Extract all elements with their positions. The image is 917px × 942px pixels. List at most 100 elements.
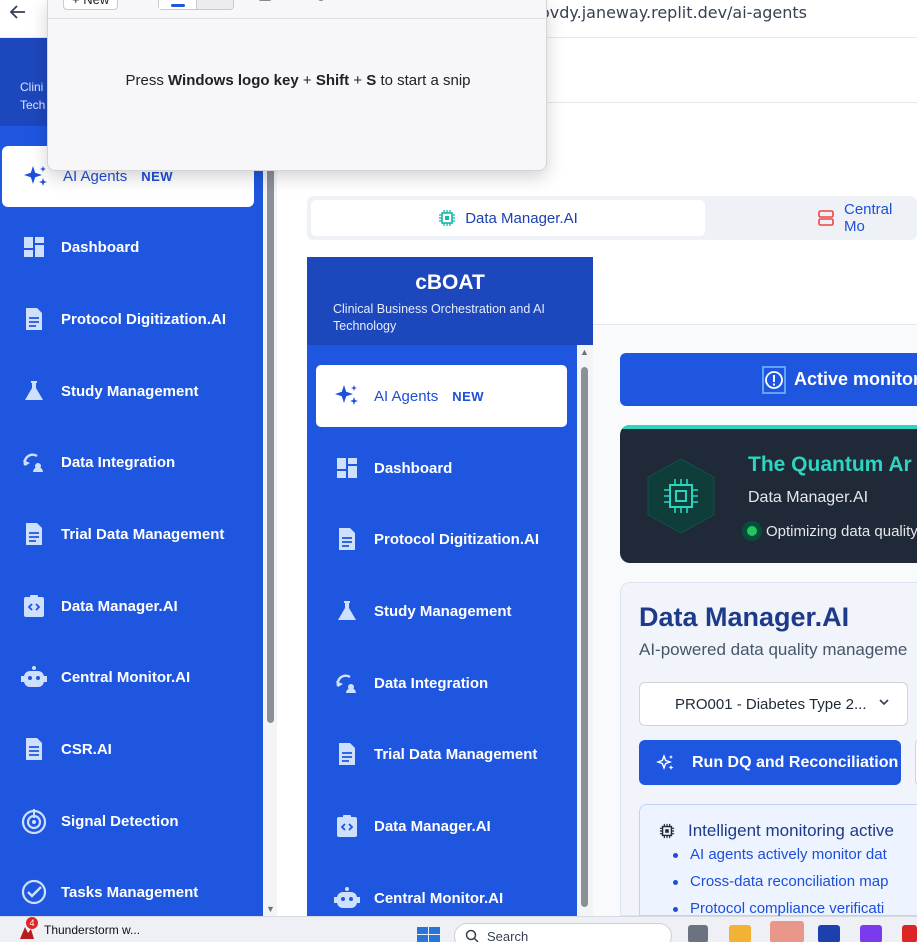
- windows-taskbar: 4 Thunderstorm w... Search: [0, 916, 917, 942]
- status-dot-icon: [742, 521, 762, 541]
- new-badge: NEW: [452, 388, 485, 404]
- card-accent-stripe: [620, 425, 917, 429]
- inner-scrollbar[interactable]: ▲: [577, 345, 593, 916]
- inner-nav-ai-agents[interactable]: AI Agents NEW: [316, 365, 567, 427]
- report-icon: [19, 734, 49, 764]
- snip-delay-icon[interactable]: [258, 0, 274, 4]
- inner-content-header: [593, 257, 917, 325]
- chip-icon: [438, 209, 456, 227]
- search-placeholder: Search: [487, 928, 529, 942]
- tab-data-manager[interactable]: Data Manager.AI: [311, 200, 705, 236]
- outer-nav-data-manager[interactable]: Data Manager.AI: [0, 577, 263, 635]
- quantum-status: Optimizing data quality: [742, 521, 917, 541]
- snip-mode-selector[interactable]: [158, 0, 234, 10]
- robot-icon: [332, 883, 362, 913]
- intel-bullet: Cross-data reconciliation map: [672, 873, 889, 890]
- outer-nav-csr[interactable]: CSR.AI: [0, 720, 263, 778]
- browser-app-icon[interactable]: [770, 921, 804, 942]
- task-view-icon[interactable]: [688, 925, 708, 942]
- data-manager-title: Data Manager.AI: [639, 602, 850, 632]
- back-arrow-icon[interactable]: [8, 2, 28, 22]
- outer-nav-dashboard[interactable]: Dashboard: [0, 218, 263, 276]
- outer-nav-data-integration[interactable]: Data Integration: [0, 433, 263, 491]
- windows-start-icon[interactable]: [417, 927, 441, 942]
- inner-nav-label: Protocol Digitization.AI: [374, 530, 539, 548]
- snip-new-button[interactable]: + New: [63, 0, 119, 10]
- copilot-icon[interactable]: [860, 925, 882, 942]
- file-explorer-icon[interactable]: [729, 925, 751, 942]
- document-icon: [19, 519, 49, 549]
- outer-nav-label: Tasks Management: [61, 883, 199, 901]
- snipping-tool-overlay: + New Press Windows logo key + Shift + S…: [47, 0, 548, 171]
- run-dq-button[interactable]: Run DQ and Reconciliation: [639, 740, 901, 785]
- flask-icon: [332, 596, 362, 626]
- taskbar-search[interactable]: Search: [454, 923, 672, 942]
- dashboard-icon: [332, 453, 362, 483]
- outer-nav-label: Signal Detection: [61, 812, 179, 830]
- chip-icon: [659, 823, 675, 839]
- protocol-select[interactable]: PRO001 - Diabetes Type 2...: [639, 682, 908, 726]
- outer-nav-label: Central Monitor.AI: [61, 668, 191, 686]
- inner-scroll-thumb[interactable]: [581, 367, 588, 907]
- protocol-select-value: PRO001 - Diabetes Type 2...: [675, 695, 867, 713]
- outer-nav-trial-data-management[interactable]: Trial Data Management: [0, 505, 263, 563]
- outer-nav-label: Data Integration: [61, 453, 176, 471]
- inner-nav-label: Data Integration: [374, 674, 489, 692]
- inner-nav-label: Trial Data Management: [374, 745, 538, 763]
- chip-icon: [647, 458, 715, 534]
- document-icon: [332, 524, 362, 554]
- intel-title-text: Intelligent monitoring active: [688, 821, 895, 840]
- taskbar-app-label: Thunderstorm w...: [44, 923, 141, 937]
- run-dq-label: Run DQ and Reconciliation: [692, 753, 899, 771]
- outer-nav-label: Protocol Digitization.AI: [61, 310, 226, 328]
- agent-tabs: Data Manager.AI Central Mo: [307, 196, 917, 240]
- intel-bullet: Protocol compliance verificati: [672, 900, 885, 917]
- scroll-down-icon[interactable]: ▼: [266, 904, 275, 914]
- check-circle-icon: [19, 877, 49, 907]
- quantum-agent-card: The Quantum Ar Data Manager.AI Optimizin…: [620, 425, 917, 563]
- outer-nav-label: Data Manager.AI: [61, 597, 178, 615]
- outer-scroll-thumb[interactable]: [267, 158, 274, 723]
- tab-label: Data Manager.AI: [465, 209, 578, 227]
- active-monitoring-banner[interactable]: Active monitor: [620, 353, 917, 406]
- inner-nav-data-manager[interactable]: Data Manager.AI: [307, 796, 577, 856]
- inner-nav-label: AI Agents: [374, 387, 439, 405]
- inner-brand-title: cBOAT: [415, 271, 485, 294]
- taskbar-weather-app[interactable]: 4 Thunderstorm w...: [14, 917, 141, 941]
- snip-instruction: Press Windows logo key + Shift + S to st…: [125, 72, 471, 89]
- snip-toolbar: + New: [48, 0, 548, 19]
- outer-nav-protocol-digitization[interactable]: Protocol Digitization.AI: [0, 290, 263, 348]
- inner-nav-trial-data-management[interactable]: Trial Data Management: [307, 724, 577, 784]
- outer-nav-label: Trial Data Management: [61, 525, 225, 543]
- inner-nav-label: Central Monitor.AI: [374, 889, 504, 907]
- inner-nav-label: Study Management: [374, 602, 512, 620]
- outer-nav-label: CSR.AI: [61, 740, 112, 758]
- address-bar-url[interactable]: ovdy.janeway.replit.dev/ai-agents: [540, 3, 807, 22]
- inner-nav-dashboard[interactable]: Dashboard: [307, 438, 577, 498]
- code-clipboard-icon: [19, 591, 49, 621]
- inner-nav-study-management[interactable]: Study Management: [307, 581, 577, 641]
- outer-nav-signal-detection[interactable]: Signal Detection: [0, 792, 263, 850]
- scroll-up-icon[interactable]: ▲: [580, 347, 589, 357]
- store-icon[interactable]: [818, 925, 840, 942]
- intelligent-monitoring-title: Intelligent monitoring active: [659, 821, 894, 841]
- document-icon: [19, 304, 49, 334]
- search-icon: [465, 929, 479, 942]
- inner-brand-subtitle: Clinical Business Orchestration and AI T…: [333, 302, 545, 333]
- alert-circle-icon: [762, 365, 786, 394]
- outer-nav-central-monitor[interactable]: Central Monitor.AI: [0, 648, 263, 706]
- inner-nav-data-integration[interactable]: Data Integration: [307, 653, 577, 713]
- outer-nav-label: Dashboard: [61, 238, 140, 256]
- snip-search-icon[interactable]: [314, 0, 330, 4]
- signal-icon: [19, 806, 49, 836]
- sparkles-icon: [656, 753, 676, 773]
- outer-nav-label: Study Management: [61, 382, 199, 400]
- monitor-banner-label: Active monitor: [794, 369, 917, 389]
- inner-nav-label: Data Manager.AI: [374, 817, 491, 835]
- chrome-icon[interactable]: [902, 925, 917, 942]
- intel-bullet: AI agents actively monitor dat: [673, 846, 887, 863]
- outer-nav-study-management[interactable]: Study Management: [0, 362, 263, 420]
- tab-central-monitor[interactable]: Central Mo: [817, 200, 917, 236]
- outer-nav-tasks-management[interactable]: Tasks Management: [0, 863, 263, 916]
- inner-nav-protocol-digitization[interactable]: Protocol Digitization.AI: [307, 509, 577, 569]
